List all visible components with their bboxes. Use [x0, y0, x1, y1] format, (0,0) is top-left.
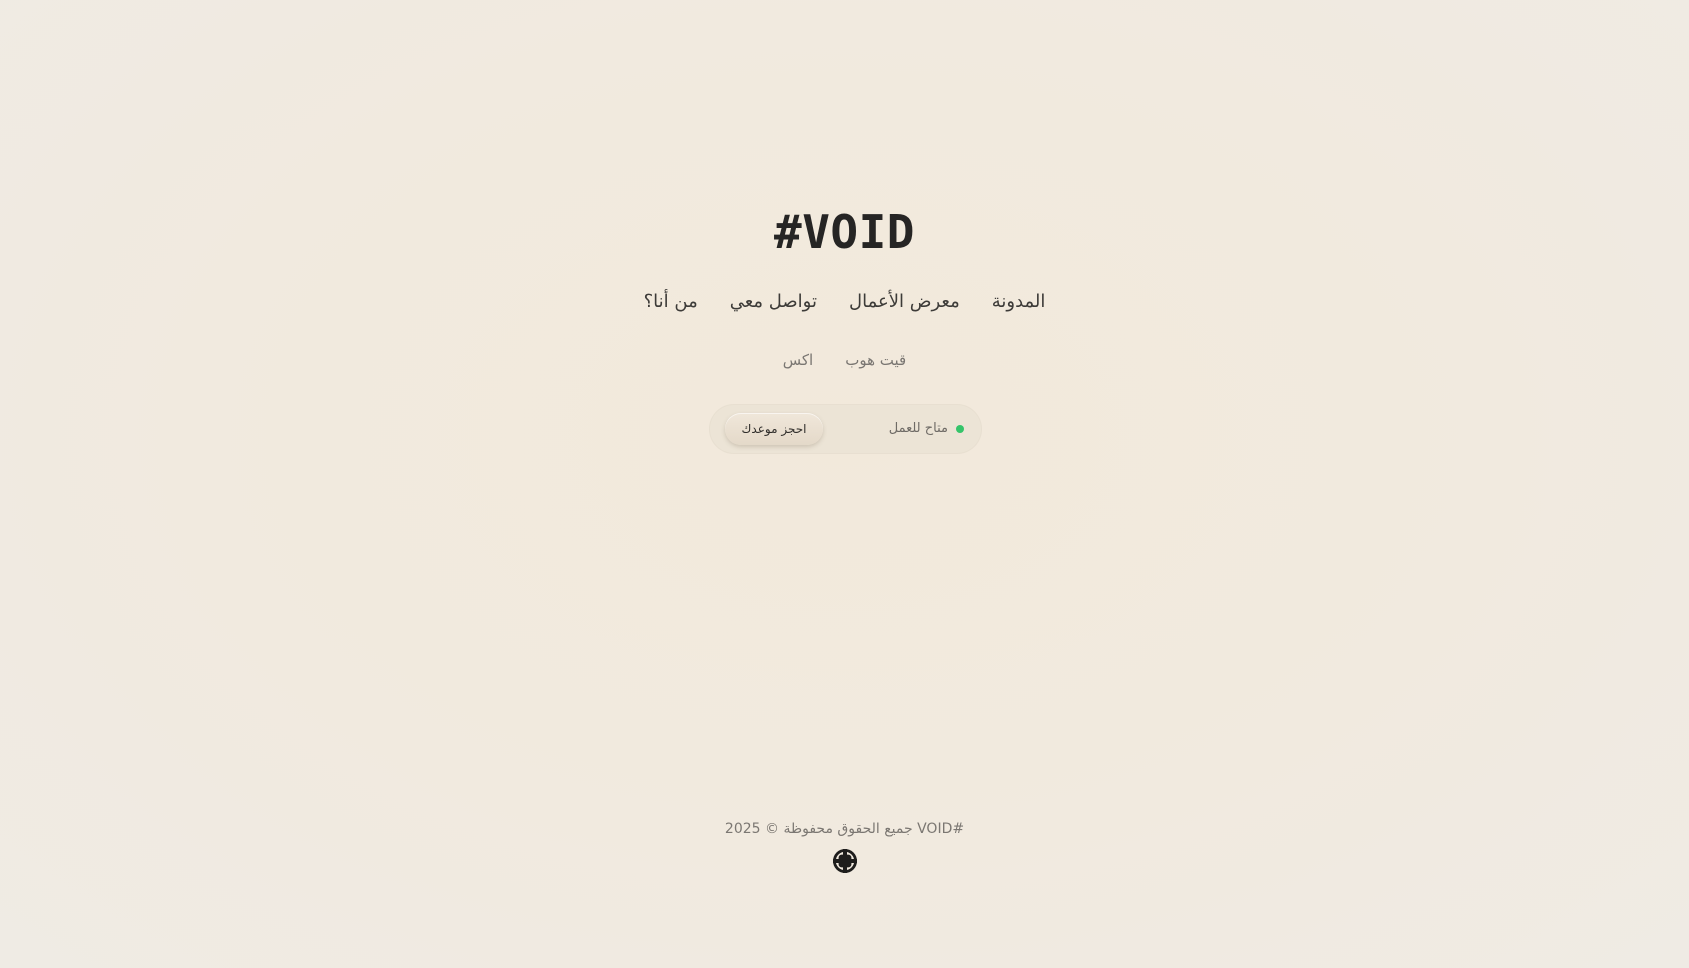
main-nav: المدونة معرض الأعمال تواصل معي من أنا؟ [0, 288, 1689, 316]
book-appointment-button[interactable]: احجز موعدك [725, 413, 823, 445]
footer-copyright: #VOID جميع الحقوق محفوظة © 2025 [724, 821, 965, 837]
site-logo[interactable]: #VOID [0, 200, 1689, 264]
status-dot-icon [956, 425, 964, 433]
social-link-x[interactable]: اكس [783, 348, 813, 372]
social-link-github[interactable]: قيت هوب [845, 348, 906, 372]
social-links: قيت هوب اكس [0, 348, 1689, 372]
availability-pill: متاح للعمل احجز موعدك [709, 404, 982, 454]
availability-status: متاح للعمل [888, 421, 948, 436]
page: #VOID المدونة معرض الأعمال تواصل معي من … [0, 0, 1689, 968]
nav-item-contact[interactable]: تواصل معي [730, 288, 817, 316]
lifebuoy-icon[interactable] [831, 847, 859, 875]
nav-item-blog[interactable]: المدونة [992, 288, 1046, 316]
nav-item-portfolio[interactable]: معرض الأعمال [849, 288, 960, 316]
nav-item-about[interactable]: من أنا؟ [644, 288, 698, 316]
